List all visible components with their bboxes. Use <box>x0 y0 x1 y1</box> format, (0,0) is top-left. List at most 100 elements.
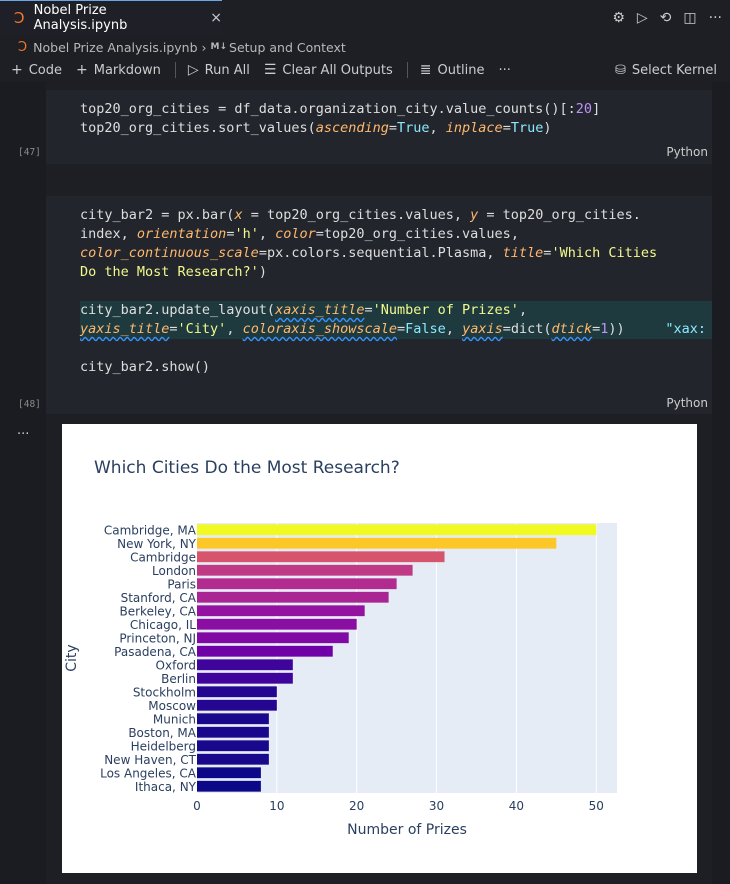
y-tick-label: Oxford <box>156 658 196 672</box>
bar[interactable] <box>197 524 597 536</box>
run-icon: ▷ <box>187 62 199 78</box>
y-tick-label: Stockholm <box>133 685 196 699</box>
bar[interactable] <box>197 767 261 779</box>
add-code-button[interactable]: + Code <box>11 62 62 78</box>
bar[interactable] <box>197 753 269 765</box>
toolbar-divider <box>174 62 176 78</box>
close-tab-icon[interactable]: × <box>210 10 222 26</box>
cell-language[interactable]: Python <box>666 396 708 410</box>
bar[interactable] <box>197 537 557 549</box>
output-more-icon[interactable]: ... <box>17 423 29 438</box>
run-all-label: Run All <box>204 62 250 78</box>
y-tick-label: Stanford, CA <box>121 591 197 605</box>
outline-button[interactable]: ≣ Outline <box>420 62 485 78</box>
bar[interactable] <box>197 659 293 671</box>
more-actions-icon[interactable]: ··· <box>709 10 722 26</box>
breadcrumb: Ↄ Nobel Prize Analysis.ipynb › M↓ Setup … <box>0 36 730 58</box>
add-markdown-button[interactable]: + Markdown <box>76 62 161 78</box>
y-tick-label: Munich <box>153 712 196 726</box>
chart-output: Which Cities Do the Most Research? Cambr… <box>62 424 697 873</box>
bar[interactable] <box>197 726 269 738</box>
code-cell-48[interactable]: city_bar2 = px.bar(x = top20_org_cities.… <box>18 196 712 414</box>
bar-chart: Which Cities Do the Most Research? Cambr… <box>64 458 617 838</box>
y-tick-label: Moscow <box>148 699 196 713</box>
y-tick-label: Ithaca, NY <box>135 780 197 794</box>
bar[interactable] <box>197 645 333 657</box>
bar[interactable] <box>197 780 261 792</box>
jupyter-icon: Ↄ <box>18 39 28 55</box>
y-tick-label: Chicago, IL <box>130 618 196 632</box>
notebook-toolbar: + Code + Markdown ▷ Run All ☰ Clear All … <box>0 58 730 82</box>
split-editor-icon[interactable]: ◫ <box>683 10 696 26</box>
bar[interactable] <box>197 699 277 711</box>
y-tick-label: Cambridge <box>130 550 196 564</box>
y-tick-label: London <box>152 564 196 578</box>
clear-all-icon: ☰ <box>263 62 277 78</box>
scrollbar[interactable] <box>712 82 730 884</box>
x-tick-label: 40 <box>509 799 524 813</box>
y-tick-label: Heidelberg <box>131 739 196 753</box>
select-kernel-button[interactable]: ⛁ Select Kernel <box>615 58 717 82</box>
plot-area <box>197 523 617 793</box>
toolbar-divider <box>406 62 408 78</box>
clear-outputs-button[interactable]: ☰ Clear All Outputs <box>264 62 393 78</box>
bar[interactable] <box>197 591 389 603</box>
markdown-icon: M↓ <box>210 42 228 52</box>
clear-outputs-label: Clear All Outputs <box>282 62 393 78</box>
x-axis-title: Number of Prizes <box>347 822 467 838</box>
bar[interactable] <box>197 632 349 644</box>
bar[interactable] <box>197 605 365 617</box>
bar[interactable] <box>197 672 293 684</box>
bar[interactable] <box>197 618 357 630</box>
y-tick-label: Paris <box>167 577 196 591</box>
breadcrumb-file[interactable]: Nobel Prize Analysis.ipynb <box>33 40 197 55</box>
y-tick-label: New Haven, CT <box>104 753 196 767</box>
plus-icon: + <box>76 62 88 78</box>
x-tick-label: 0 <box>193 799 201 813</box>
bar[interactable] <box>197 551 445 563</box>
x-tick-label: 30 <box>429 799 444 813</box>
chevron-right-icon: › <box>201 39 207 55</box>
y-axis-title: City <box>64 644 80 671</box>
y-tick-label: Cambridge, MA <box>104 523 197 537</box>
history-icon[interactable]: ⟲ <box>660 10 672 26</box>
add-code-label: Code <box>28 62 63 78</box>
x-tick-label: 20 <box>349 799 364 813</box>
y-tick-label: Los Angeles, CA <box>100 766 197 780</box>
tab-bar: Ↄ Nobel Prize Analysis.ipynb × ⚙ ▷ ⟲ ◫ ·… <box>0 0 730 35</box>
editor-actions: ⚙ ▷ ⟲ ◫ ··· <box>612 0 722 35</box>
cell-47-source[interactable]: top20_org_cities = df_data.organization_… <box>80 100 600 138</box>
list-icon: ≣ <box>419 62 432 78</box>
code-cell-47[interactable]: top20_org_cities = df_data.organization_… <box>18 90 712 164</box>
y-tick-label: Berkeley, CA <box>120 604 197 618</box>
cell-gutter <box>0 82 46 884</box>
run-icon[interactable]: ▷ <box>637 10 648 26</box>
cell-48-source[interactable]: city_bar2 = px.bar(x = top20_org_cities.… <box>80 206 706 377</box>
bar[interactable] <box>197 578 397 590</box>
y-tick-label: New York, NY <box>117 537 197 551</box>
add-markdown-label: Markdown <box>93 62 161 78</box>
bar[interactable] <box>197 713 269 725</box>
tab-title: Nobel Prize Analysis.ipynb <box>33 3 128 33</box>
execution-count: [48] <box>18 399 41 410</box>
bar[interactable] <box>197 740 269 752</box>
select-kernel-label: Select Kernel <box>631 62 717 78</box>
x-tick-label: 10 <box>269 799 284 813</box>
y-tick-label: Boston, MA <box>128 726 196 740</box>
plus-icon: + <box>11 62 23 78</box>
cell-language[interactable]: Python <box>666 145 708 159</box>
y-tick-label: Berlin <box>161 672 196 686</box>
breadcrumb-section[interactable]: Setup and Context <box>229 40 346 55</box>
run-all-button[interactable]: ▷ Run All <box>188 62 250 78</box>
x-tick-label: 50 <box>589 799 604 813</box>
y-tick-label: Princeton, NJ <box>119 631 196 645</box>
jupyter-icon: Ↄ <box>14 9 25 27</box>
tab-notebook[interactable]: Ↄ Nobel Prize Analysis.ipynb × <box>0 0 222 35</box>
bar[interactable] <box>197 564 413 576</box>
toolbar-more-button[interactable]: ··· <box>499 63 511 78</box>
settings-icon[interactable]: ⚙ <box>612 10 625 26</box>
execution-count: [47] <box>18 147 41 158</box>
kernel-icon: ⛁ <box>615 62 626 78</box>
bar[interactable] <box>197 686 277 698</box>
outline-label: Outline <box>437 62 485 78</box>
